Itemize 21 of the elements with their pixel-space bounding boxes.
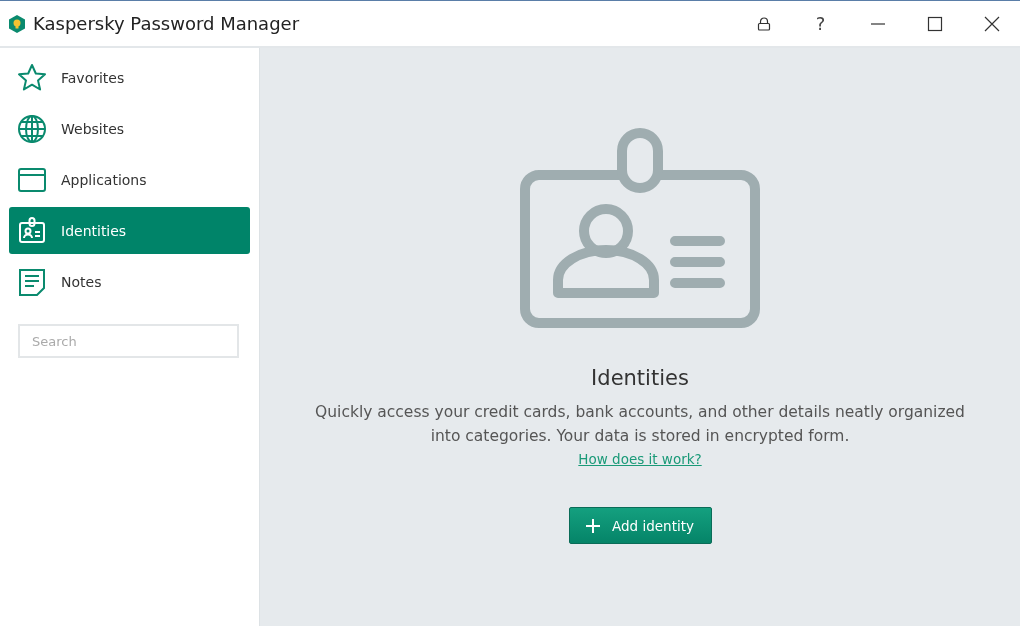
lock-icon: [756, 16, 771, 31]
minimize-icon: [869, 22, 886, 25]
sidebar-item[interactable]: Websites: [9, 105, 250, 152]
id-card-icon: [17, 215, 47, 246]
maximize-icon: [926, 15, 943, 32]
star-icon: [17, 62, 47, 93]
note-icon: [17, 266, 47, 297]
sidebar-item[interactable]: Notes: [9, 258, 250, 305]
sidebar-item[interactable]: Identities: [9, 207, 250, 254]
description-text: Quickly access your credit cards, bank accounts, and other details neatly organized into categories. Your data is stored in encrypted form.: [314, 402, 966, 447]
window-title: Kaspersky Password Manager: [33, 13, 300, 34]
search-field[interactable]: Search: [18, 324, 239, 358]
close-icon: [983, 15, 1000, 32]
globe-icon: [17, 113, 47, 144]
plus-icon: [586, 518, 601, 533]
add-identity-button[interactable]: Add identity: [568, 507, 712, 544]
app-logo-icon: [9, 14, 25, 33]
sidebar-item[interactable]: Favorites: [9, 54, 250, 101]
help-button[interactable]: ?: [792, 1, 849, 46]
section-heading: Identities: [591, 366, 689, 390]
sidebar-item[interactable]: Applications: [9, 156, 250, 203]
